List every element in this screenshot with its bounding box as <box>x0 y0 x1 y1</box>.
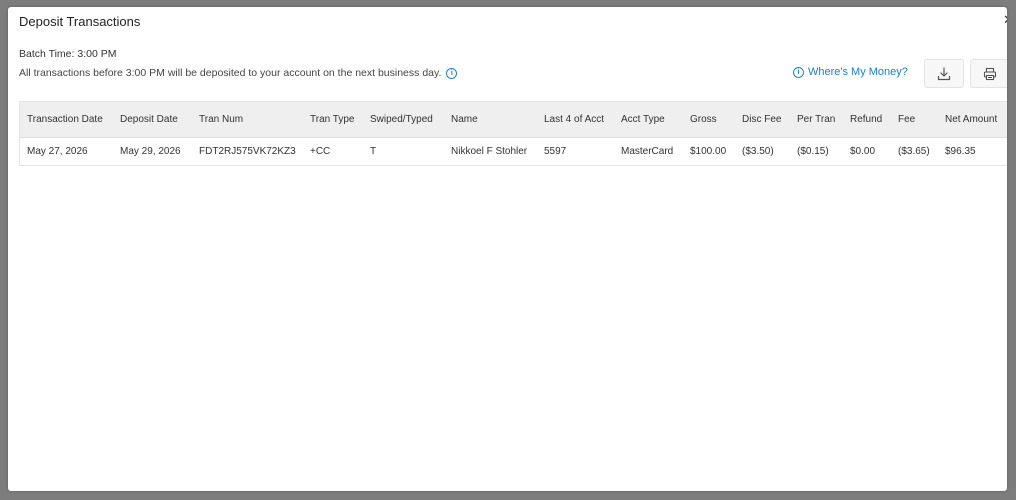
column-header-name[interactable]: Name <box>451 102 478 137</box>
column-header-fee[interactable]: Fee <box>898 102 915 137</box>
column-header-refund[interactable]: Refund <box>850 102 882 137</box>
cell-tran-type: +CC <box>310 146 331 157</box>
cell-deposit-date: May 29, 2026 <box>120 146 181 157</box>
column-header-swiped-typed[interactable]: Swiped/Typed <box>370 102 433 137</box>
deposit-note: All transactions before 3:00 PM will be … <box>19 67 458 79</box>
print-button[interactable] <box>970 59 1007 88</box>
cell-disc-fee: ($3.50) <box>742 146 774 157</box>
cell-gross: $100.00 <box>690 146 727 157</box>
column-header-disc-fee[interactable]: Disc Fee <box>742 102 781 137</box>
cell-per-tran: ($0.15) <box>797 146 829 157</box>
column-header-gross[interactable]: Gross <box>690 102 717 137</box>
column-header-acct-type[interactable]: Acct Type <box>621 102 665 137</box>
info-icon: i <box>793 66 804 78</box>
column-header-net-amount[interactable]: Net Amount <box>945 102 997 137</box>
printer-icon <box>983 67 997 80</box>
deposit-transactions-modal: Deposit Transactions ✕ Batch Time: 3:00 … <box>8 7 1007 491</box>
modal-title: Deposit Transactions <box>19 14 141 29</box>
cell-fee: ($3.65) <box>898 146 930 157</box>
table-header-row: Transaction Date Deposit Date Tran Num T… <box>20 102 1007 138</box>
cell-net-amount: $96.35 <box>945 146 976 157</box>
column-header-tran-num[interactable]: Tran Num <box>199 102 243 137</box>
column-header-per-tran[interactable]: Per Tran <box>797 102 835 137</box>
wheres-my-money-label: Where's My Money? <box>808 66 908 78</box>
cell-transaction-date: May 27, 2026 <box>27 146 88 157</box>
download-icon <box>937 66 951 80</box>
close-icon[interactable]: ✕ <box>1003 12 1007 28</box>
cell-swiped-typed: T <box>370 146 377 157</box>
batch-time: Batch Time: 3:00 PM <box>19 48 117 60</box>
cell-tran-num: FDT2RJ575VK72KZ3 <box>199 146 296 157</box>
transactions-table: Transaction Date Deposit Date Tran Num T… <box>19 101 1007 166</box>
wheres-my-money-link[interactable]: i Where's My Money? <box>793 66 908 78</box>
download-button[interactable] <box>924 59 964 88</box>
cell-refund: $0.00 <box>850 146 876 157</box>
column-header-transaction-date[interactable]: Transaction Date <box>27 102 103 137</box>
column-header-last4[interactable]: Last 4 of Acct <box>544 102 604 137</box>
info-icon[interactable]: i <box>446 67 458 79</box>
cell-name: Nikkoel F Stohler <box>451 146 528 157</box>
cell-last4: 5597 <box>544 146 567 157</box>
table-row[interactable]: May 27, 2026 May 29, 2026 FDT2RJ575VK72K… <box>20 138 1007 165</box>
column-header-tran-type[interactable]: Tran Type <box>310 102 354 137</box>
deposit-note-text: All transactions before 3:00 PM will be … <box>19 67 442 79</box>
column-header-deposit-date[interactable]: Deposit Date <box>120 102 178 137</box>
cell-acct-type: MasterCard <box>621 146 674 157</box>
